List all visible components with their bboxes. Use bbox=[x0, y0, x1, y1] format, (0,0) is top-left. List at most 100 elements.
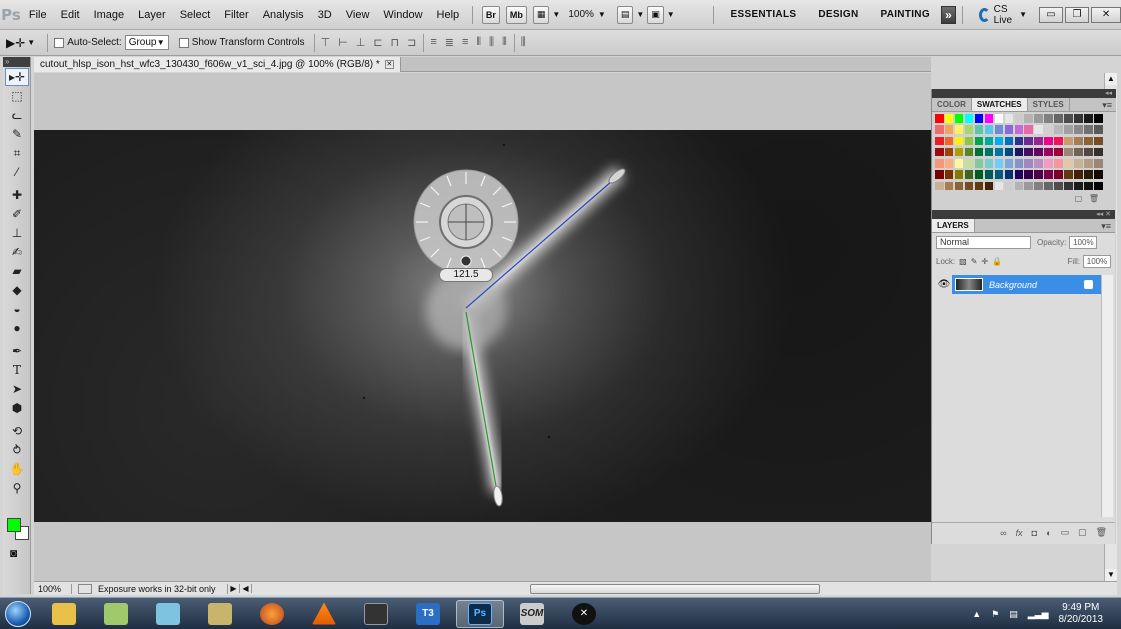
color-swatch[interactable] bbox=[935, 114, 944, 123]
clone-stamp-tool[interactable]: ⊥ bbox=[5, 224, 29, 242]
color-swatch[interactable] bbox=[1034, 136, 1043, 146]
align-hcenter-icon[interactable]: ⊓ bbox=[391, 36, 401, 49]
color-swatch[interactable] bbox=[1024, 181, 1033, 191]
history-brush-tool[interactable]: ✍ bbox=[5, 243, 29, 261]
color-swatch[interactable] bbox=[984, 170, 994, 179]
taskbar-explorer[interactable] bbox=[40, 600, 88, 628]
color-swatch[interactable] bbox=[1034, 181, 1043, 191]
color-swatch[interactable] bbox=[1054, 114, 1063, 123]
color-swatch[interactable] bbox=[1064, 159, 1073, 168]
color-swatch[interactable] bbox=[944, 125, 954, 134]
move-tool[interactable]: ▸✛ bbox=[5, 68, 29, 86]
color-swatch[interactable] bbox=[964, 125, 974, 134]
color-swatch[interactable] bbox=[935, 181, 944, 191]
menu-image[interactable]: Image bbox=[87, 9, 132, 21]
color-swatch[interactable] bbox=[1034, 147, 1043, 157]
healing-brush-tool[interactable]: ✚ bbox=[5, 186, 29, 204]
color-swatch[interactable] bbox=[974, 136, 984, 146]
quick-mask-button[interactable]: ◙ bbox=[10, 546, 17, 560]
color-swatch[interactable] bbox=[1004, 181, 1014, 191]
taskbar-firefox[interactable] bbox=[248, 600, 296, 628]
new-group-icon[interactable]: ▭ bbox=[1061, 527, 1070, 538]
color-swatch[interactable] bbox=[954, 136, 964, 146]
taskbar-notepad[interactable] bbox=[144, 600, 192, 628]
color-swatch[interactable] bbox=[1014, 114, 1024, 123]
color-swatch[interactable] bbox=[935, 147, 944, 157]
lock-all-icon[interactable]: 🔒 bbox=[992, 257, 1002, 266]
color-swatch[interactable] bbox=[944, 136, 954, 146]
color-swatch[interactable] bbox=[1074, 181, 1083, 191]
path-select-tool[interactable]: ➤ bbox=[5, 380, 29, 398]
lasso-tool[interactable]: ᓚ bbox=[5, 106, 29, 124]
signal-icon[interactable]: ▂▃▅ bbox=[1028, 609, 1049, 620]
color-swatch[interactable] bbox=[944, 181, 954, 191]
align-left-icon[interactable]: ⊏ bbox=[373, 36, 383, 49]
scroll-left-icon[interactable]: ◀ bbox=[240, 584, 252, 593]
color-swatch[interactable] bbox=[944, 159, 954, 168]
lock-pixels-icon[interactable]: ✎ bbox=[971, 257, 978, 266]
taskbar-screen[interactable] bbox=[196, 600, 244, 628]
start-button[interactable] bbox=[0, 598, 36, 629]
color-swatch[interactable] bbox=[964, 181, 974, 191]
panel-collapse-strip[interactable]: ◂◂ bbox=[932, 89, 1116, 98]
color-swatch[interactable] bbox=[1004, 114, 1014, 123]
layers-scrollbar[interactable] bbox=[1101, 275, 1113, 517]
color-swatch[interactable] bbox=[1094, 136, 1103, 146]
color-swatch[interactable] bbox=[954, 159, 964, 168]
lock-position-icon[interactable]: ✛ bbox=[981, 257, 988, 266]
color-swatch[interactable] bbox=[994, 114, 1004, 123]
color-swatch[interactable] bbox=[994, 136, 1004, 146]
document-tab[interactable]: cutout_hlsp_ison_hst_wfc3_130430_f606w_v… bbox=[34, 57, 401, 72]
shape-tool[interactable]: ⬢ bbox=[5, 399, 29, 417]
color-swatch[interactable] bbox=[984, 125, 994, 134]
taskbar-photoshop[interactable]: Ps bbox=[456, 599, 504, 628]
canvas-area[interactable]: 121.5 bbox=[34, 73, 931, 581]
menu-help[interactable]: Help bbox=[430, 9, 467, 21]
distribute-vcenter-icon[interactable]: ≣ bbox=[445, 36, 455, 49]
color-swatch[interactable] bbox=[1074, 125, 1083, 134]
workspace-design[interactable]: DESIGN bbox=[807, 9, 869, 20]
blur-tool[interactable]: ◒ bbox=[5, 300, 29, 318]
color-swatch[interactable] bbox=[935, 170, 944, 179]
menu-layer[interactable]: Layer bbox=[131, 9, 173, 21]
color-swatch[interactable] bbox=[1084, 170, 1093, 179]
flag-icon[interactable]: ⚑ bbox=[991, 609, 999, 620]
color-swatch[interactable] bbox=[1064, 147, 1073, 157]
color-swatch[interactable] bbox=[1004, 170, 1014, 179]
color-swatch[interactable] bbox=[944, 147, 954, 157]
color-swatch[interactable] bbox=[1064, 125, 1073, 134]
quick-select-tool[interactable]: ✎ bbox=[5, 125, 29, 143]
workspace-essentials[interactable]: ESSENTIALS bbox=[720, 9, 808, 20]
color-swatch[interactable] bbox=[954, 114, 964, 123]
3d-orbit-tool[interactable]: ⥁ bbox=[5, 441, 29, 459]
arrange-documents-button[interactable]: ▤ bbox=[616, 5, 634, 24]
rotate-knob[interactable] bbox=[460, 255, 472, 267]
taskbar-som[interactable]: SOM bbox=[508, 600, 556, 628]
status-menu-arrow-icon[interactable]: ▶ bbox=[228, 584, 240, 593]
tab-layers[interactable]: LAYERS bbox=[932, 219, 975, 232]
layer-row[interactable]: 👁 Background bbox=[936, 275, 1101, 294]
color-swatch[interactable] bbox=[1034, 170, 1043, 179]
auto-select-dropdown[interactable]: Group ▼ bbox=[124, 35, 169, 50]
color-swatch[interactable] bbox=[1054, 136, 1063, 146]
eyedropper-tool[interactable]: ⁄ bbox=[5, 163, 29, 181]
color-swatch[interactable] bbox=[1094, 125, 1103, 134]
color-swatch[interactable] bbox=[1034, 125, 1043, 134]
taskbar-logo-app[interactable]: ✕ bbox=[560, 600, 608, 628]
layer-background[interactable]: Background bbox=[952, 275, 1101, 294]
color-swatch[interactable] bbox=[1024, 159, 1033, 168]
pen-tool[interactable]: ✒ bbox=[5, 342, 29, 360]
layers-collapse-strip[interactable]: ◂◂ ✕ bbox=[932, 210, 1115, 219]
delete-swatch-icon[interactable]: 🗑 bbox=[1089, 194, 1099, 203]
taskbar-t3[interactable]: T3 bbox=[404, 600, 452, 628]
color-swatch[interactable] bbox=[994, 147, 1004, 157]
color-swatch[interactable] bbox=[1054, 181, 1063, 191]
color-swatch[interactable] bbox=[1074, 136, 1083, 146]
color-swatch[interactable] bbox=[974, 181, 984, 191]
menu-window[interactable]: Window bbox=[376, 9, 429, 21]
delete-layer-icon[interactable]: 🗑 bbox=[1096, 527, 1107, 538]
color-swatch[interactable] bbox=[1084, 136, 1093, 146]
screen-mode-button[interactable]: ▣ bbox=[647, 5, 664, 24]
distribute-bottom-icon[interactable]: ≡ bbox=[462, 36, 469, 49]
color-swatch[interactable] bbox=[1044, 181, 1053, 191]
